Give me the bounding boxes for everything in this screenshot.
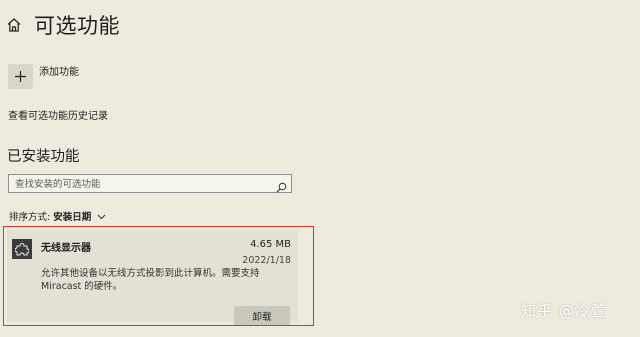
puzzle-icon xyxy=(12,239,32,259)
chevron-down-icon xyxy=(97,214,106,219)
feature-name: 无线显示器 xyxy=(41,243,91,254)
home-icon[interactable] xyxy=(6,17,22,33)
add-feature-button[interactable]: 添加功能 xyxy=(8,64,79,89)
plus-icon xyxy=(8,64,33,89)
search-box xyxy=(8,174,292,193)
installed-features-heading: 已安装功能 xyxy=(7,149,80,165)
watermark: 知乎 @冷萱 xyxy=(521,302,607,320)
feature-description: 允许其他设备以无线方式投影到此计算机。需要支持 Miracast 的硬件。 xyxy=(41,268,260,292)
page-header: 可选功能 xyxy=(6,10,120,40)
search-input[interactable] xyxy=(15,177,265,191)
search-icon[interactable] xyxy=(276,178,287,193)
sort-value: 安装日期 xyxy=(53,212,92,223)
uninstall-button[interactable]: 卸载 xyxy=(234,306,290,325)
sort-label: 排序方式: xyxy=(9,212,51,223)
page-title: 可选功能 xyxy=(34,14,120,38)
sort-dropdown[interactable]: 安装日期 xyxy=(53,209,106,223)
add-feature-label: 添加功能 xyxy=(39,67,79,78)
feature-item-wireless-display[interactable]: 无线显示器 4.65 MB 2022/1/18 允许其他设备以无线方式投影到此计… xyxy=(7,230,298,325)
optional-features-page: 可选功能 添加功能 查看可选功能历史记录 已安装功能 排序方式: 安装日期 xyxy=(0,0,640,337)
sort-control: 排序方式: 安装日期 xyxy=(9,209,106,223)
view-history-link[interactable]: 查看可选功能历史记录 xyxy=(8,107,108,122)
feature-size: 4.65 MB xyxy=(250,239,291,250)
highlight-box: 无线显示器 4.65 MB 2022/1/18 允许其他设备以无线方式投影到此计… xyxy=(3,226,314,326)
feature-install-date: 2022/1/18 xyxy=(242,255,291,266)
